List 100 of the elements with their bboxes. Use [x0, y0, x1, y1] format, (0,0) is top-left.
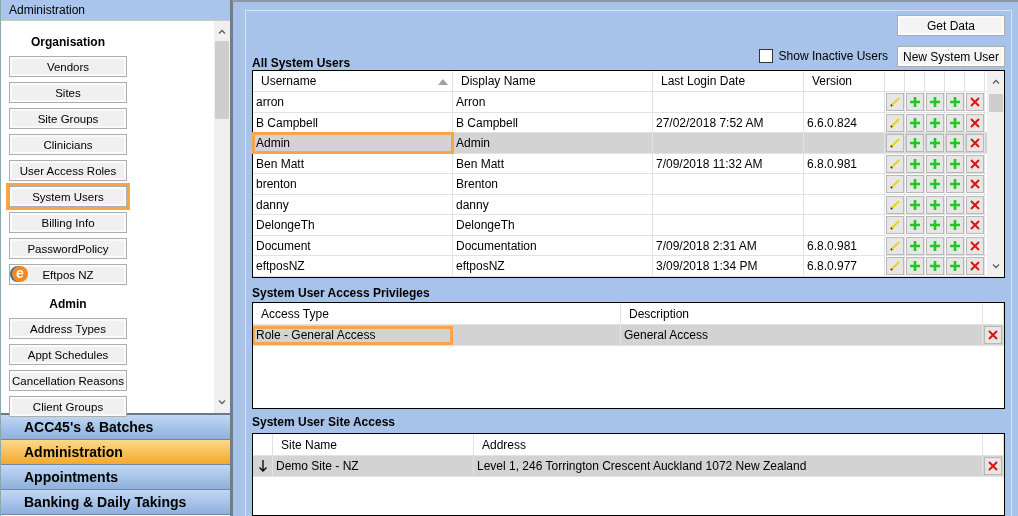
scroll-down-icon[interactable] [218, 400, 226, 405]
column-header[interactable]: Display Name [453, 71, 653, 92]
column-header[interactable]: Last Login Date [653, 71, 804, 92]
column-header[interactable]: Version [804, 71, 885, 92]
delete-button[interactable] [965, 93, 984, 112]
table-row[interactable]: danny danny [253, 195, 987, 216]
add-button[interactable] [925, 93, 944, 112]
add-button[interactable] [925, 113, 944, 132]
add-button[interactable] [945, 257, 964, 276]
column-header[interactable]: Site Name [273, 434, 474, 455]
edit-button[interactable] [885, 236, 904, 255]
delete-button[interactable] [965, 216, 984, 235]
add-button[interactable] [905, 113, 924, 132]
scroll-up-icon[interactable] [992, 79, 1000, 84]
nav-tab[interactable]: Appointments [1, 465, 230, 490]
scroll-down-icon[interactable] [992, 264, 1000, 269]
table-row[interactable]: Admin Admin [253, 133, 987, 154]
menu-button[interactable]: Billing Info [6, 209, 130, 236]
delete-button[interactable] [984, 326, 1002, 344]
edit-button[interactable] [885, 113, 904, 132]
scroll-up-icon[interactable] [218, 29, 226, 34]
menu-button[interactable]: PasswordPolicy [6, 235, 130, 262]
plus-icon [928, 178, 941, 191]
close-icon [968, 178, 981, 191]
add-button[interactable] [925, 216, 944, 235]
table-row[interactable]: Document Documentation 7/09/2018 2:31 AM 6.8.0.981 [253, 236, 987, 257]
nav-tab[interactable]: ACC45's & Batches [1, 415, 230, 440]
delete-button[interactable] [965, 134, 984, 153]
delete-button[interactable] [965, 257, 984, 276]
add-button[interactable] [905, 175, 924, 194]
edit-button[interactable] [885, 216, 904, 235]
nav-tab[interactable]: Banking & Daily Takings [1, 490, 230, 515]
add-button[interactable] [905, 93, 924, 112]
delete-button[interactable] [965, 195, 984, 214]
table-row[interactable]: brenton Brenton [253, 174, 987, 195]
menu-button[interactable]: Address Types [6, 315, 130, 342]
add-button[interactable] [925, 154, 944, 173]
column-header[interactable]: Description [621, 303, 983, 324]
add-button[interactable] [905, 134, 924, 153]
table-row[interactable]: DelongeTh DelongeTh [253, 215, 987, 236]
menu-button[interactable]: Sites [6, 79, 130, 106]
menu-button[interactable]: Appt Schedules [6, 341, 130, 368]
table-row[interactable]: Role - General Access General Access [253, 325, 1004, 346]
edit-button[interactable] [885, 257, 904, 276]
close-icon [968, 239, 981, 252]
scroll-thumb[interactable] [989, 94, 1003, 112]
table-row[interactable]: Demo Site - NZ Level 1, 246 Torrington Crescent Auckland 1072 New Zealand [253, 456, 1004, 477]
edit-button[interactable] [885, 195, 904, 214]
scrollbar[interactable] [214, 21, 230, 413]
add-button[interactable] [945, 236, 964, 255]
menu-button[interactable]: System Users [6, 183, 130, 210]
delete-button[interactable] [965, 113, 984, 132]
add-button[interactable] [905, 154, 924, 173]
add-button[interactable] [945, 195, 964, 214]
menu-button[interactable]: e Eftpos NZ [6, 261, 130, 288]
scroll-thumb[interactable] [215, 41, 229, 119]
column-header[interactable]: Address [474, 434, 983, 455]
delete-button[interactable] [984, 457, 1002, 475]
add-button[interactable] [945, 175, 964, 194]
pencil-icon [888, 260, 901, 273]
edit-button[interactable] [885, 134, 904, 153]
scrollbar[interactable] [987, 71, 1004, 277]
delete-button[interactable] [965, 175, 984, 194]
panel-header: Administration [1, 0, 230, 21]
plus-icon [948, 198, 961, 211]
menu-button[interactable]: User Access Roles [6, 157, 130, 184]
add-button[interactable] [905, 216, 924, 235]
add-button[interactable] [905, 195, 924, 214]
add-button[interactable] [925, 257, 944, 276]
column-header[interactable]: Username [253, 71, 453, 92]
delete-button[interactable] [965, 236, 984, 255]
add-button[interactable] [905, 257, 924, 276]
add-button[interactable] [925, 175, 944, 194]
table-row[interactable]: arron Arron [253, 92, 987, 113]
checkbox[interactable] [758, 49, 773, 63]
delete-button[interactable] [965, 154, 984, 173]
add-button[interactable] [925, 134, 944, 153]
edit-button[interactable] [885, 175, 904, 194]
add-button[interactable] [925, 236, 944, 255]
plus-icon [948, 96, 961, 109]
close-icon [968, 198, 981, 211]
edit-button[interactable] [885, 154, 904, 173]
add-button[interactable] [945, 113, 964, 132]
table-row[interactable]: eftposNZ eftposNZ 3/09/2018 1:34 PM 6.8.0.977 [253, 256, 987, 277]
new-user-button[interactable]: New System User [897, 46, 1005, 67]
menu-button[interactable]: Cancellation Reasons [6, 367, 130, 394]
menu-button[interactable]: Clinicians [6, 131, 130, 158]
add-button[interactable] [945, 154, 964, 173]
table-cell: Level 1, 246 Torrington Crescent Auckland 1072 New Zealand [474, 456, 983, 476]
edit-button[interactable] [885, 93, 904, 112]
add-button[interactable] [945, 93, 964, 112]
add-button[interactable] [925, 195, 944, 214]
get-data-button[interactable]: Get Data [897, 15, 1005, 36]
table-row[interactable]: Ben Matt Ben Matt 7/09/2018 11:32 AM 6.8.0.981 [253, 154, 987, 175]
menu-button[interactable]: Vendors [6, 53, 130, 80]
column-header[interactable]: Access Type [253, 303, 621, 324]
menu-button[interactable]: Site Groups [6, 105, 130, 132]
add-button[interactable] [905, 236, 924, 255]
nav-tab[interactable]: Administration [1, 440, 230, 465]
add-button[interactable] [945, 216, 964, 235]
